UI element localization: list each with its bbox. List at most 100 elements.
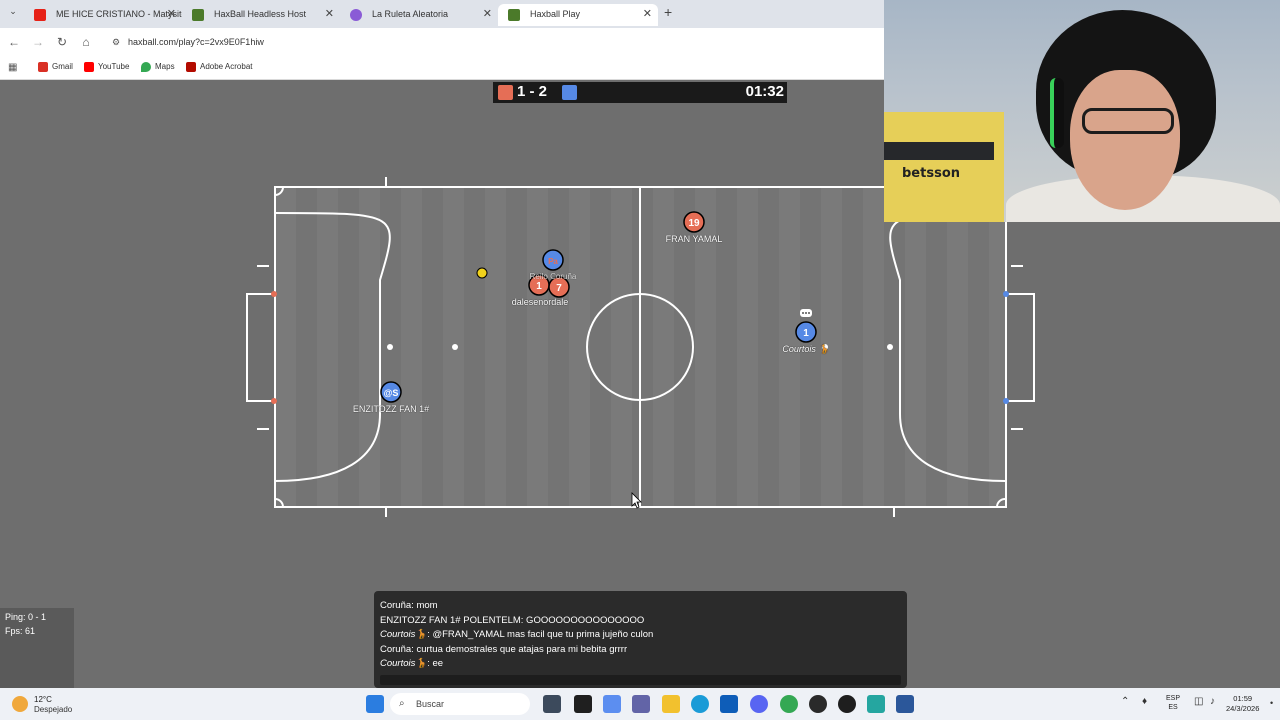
right-goal-post-bottom [1003, 398, 1009, 404]
volume-icon[interactable]: ♪ [1210, 696, 1215, 707]
bookmark-maps[interactable]: Maps [141, 61, 175, 73]
acrobat-icon [186, 62, 196, 72]
bookmark-youtube[interactable]: YouTube [84, 61, 129, 73]
address-bar: ← → ↻ ⌂ ⚙ haxball.com/play?c=2vx9E0F1hiw [0, 28, 884, 56]
back-icon[interactable]: ← [6, 34, 22, 50]
tab-title: Haxball Play [530, 9, 581, 19]
chat-message: ENZITOZZ FAN 1# POLENTELM: GOOOOOOOOOOOO… [380, 614, 901, 629]
clock-date: 24/3/2026 [1226, 704, 1260, 713]
microphone-icon[interactable]: ♦ [1142, 696, 1147, 707]
chat-input[interactable] [380, 675, 901, 685]
haxball-favicon-icon [508, 9, 520, 21]
chat-text: : mom [411, 600, 438, 611]
task-view-icon[interactable] [543, 695, 561, 713]
capcut-icon[interactable] [574, 695, 592, 713]
box-brand-text: betsson [902, 166, 960, 181]
chat-author: Coruña [380, 600, 412, 611]
game-app-icon[interactable] [809, 695, 827, 713]
new-tab-icon[interactable]: + [664, 4, 672, 20]
chat-author: Coruña [380, 643, 412, 655]
tab-bar: ⌄ ME HICE CRISTIANO - Matysito ✕ HaxBall… [0, 0, 884, 28]
chevron-up-icon[interactable]: ⌃ [1121, 696, 1129, 707]
site-info-icon[interactable]: ⚙ [112, 32, 120, 52]
taskbar: 12°C Despejado ⌕ Buscar ⌃ ♦ ESP ES ◫ ♪ 0… [0, 688, 1280, 720]
chat-message: Courtois🦒: @FRAN_YAMAL mas facil que tu … [380, 628, 901, 643]
right-goal [1005, 293, 1035, 402]
tab-search-icon[interactable]: ⌄ [6, 6, 20, 20]
weather-widget[interactable]: 12°C Despejado [12, 694, 102, 716]
chrome-icon[interactable] [780, 695, 798, 713]
tab-matysito[interactable]: ME HICE CRISTIANO - Matysito ✕ [24, 4, 182, 26]
player-blue-pa: Pa [542, 249, 564, 271]
chat-panel: Coruña: mom ENZITOZZ FAN 1# POLENTELM: G… [374, 591, 907, 688]
tab-headless-host[interactable]: HaxBall Headless Host ✕ [182, 4, 340, 26]
bookmark-adobe-acrobat[interactable]: Adobe Acrobat [186, 61, 252, 73]
glasses [1082, 108, 1174, 134]
close-icon[interactable]: ✕ [483, 4, 492, 24]
chat-text: : @FRAN_YAMAL mas facil que tu prima juj… [427, 629, 654, 640]
player-name-label: dalesenordale [511, 297, 569, 307]
player-number: @S [384, 388, 399, 398]
word-icon[interactable] [896, 695, 914, 713]
chat-message: Courtois🦒: ee [380, 657, 901, 672]
temperature: 12°C [34, 695, 52, 704]
ball [476, 267, 488, 279]
youtube-icon [84, 62, 94, 72]
player-red-19: 19 [683, 211, 705, 233]
chat-message: Coruña: curtua demostrales que atajas pa… [380, 643, 901, 658]
bookmark-label: Adobe Acrobat [200, 62, 253, 71]
taskbar-search[interactable]: ⌕ Buscar [390, 693, 530, 715]
tab-title: La Ruleta Aleatoria [372, 9, 449, 19]
player-number: Pa [548, 257, 558, 266]
lang-top: ESP [1166, 695, 1181, 702]
net-stats-panel: Ping: 0 - 1 Fps: 61 [0, 608, 74, 688]
bookmark-gmail[interactable]: Gmail [38, 61, 73, 73]
bookmark-label: YouTube [98, 62, 130, 71]
search-placeholder: Buscar [416, 699, 445, 709]
close-icon[interactable]: ✕ [167, 4, 176, 24]
right-goal-post-top [1003, 291, 1009, 297]
windows-start-icon[interactable] [366, 695, 384, 713]
reload-icon[interactable]: ↻ [54, 34, 70, 50]
edge-icon[interactable] [691, 695, 709, 713]
bookmark-label: Gmail [52, 62, 73, 71]
close-icon[interactable]: ✕ [325, 4, 334, 24]
media-player-icon[interactable] [838, 695, 856, 713]
left-goal-post-bottom [271, 398, 277, 404]
notepad-icon[interactable] [867, 695, 885, 713]
file-explorer-icon[interactable] [662, 695, 680, 713]
player-name-label: FRAN YAMAL [665, 234, 723, 244]
tab-ruleta[interactable]: La Ruleta Aleatoria ✕ [340, 4, 498, 26]
player-number: 7 [556, 283, 562, 294]
player-blue-1: 1 [795, 321, 817, 343]
tab-haxball-play[interactable]: Haxball Play ✕ [498, 4, 658, 26]
forward-icon[interactable]: → [30, 34, 46, 50]
discord-icon[interactable] [750, 695, 768, 713]
store-icon[interactable] [720, 695, 738, 713]
chat-text: : GOOOOOOOOOOOOOOO [520, 614, 645, 626]
tab-title: ME HICE CRISTIANO - Matysito [56, 9, 182, 19]
streamer-face [1070, 70, 1180, 210]
teams-icon[interactable] [632, 695, 650, 713]
webcam-overlay: betsson [884, 0, 1280, 222]
home-icon[interactable]: ⌂ [78, 34, 94, 50]
close-icon[interactable]: ✕ [643, 4, 652, 24]
wifi-icon[interactable]: ◫ [1194, 696, 1203, 707]
url-input[interactable]: ⚙ haxball.com/play?c=2vx9E0F1hiw [104, 32, 874, 52]
language-indicator[interactable]: ESP ES [1166, 694, 1180, 712]
copilot-icon[interactable] [603, 695, 621, 713]
system-clock[interactable]: 01:59 24/3/2026 [1226, 694, 1259, 714]
lang-bottom: ES [1168, 704, 1178, 711]
maps-icon [141, 62, 151, 72]
player-number: 19 [688, 218, 700, 229]
chat-bubble-icon [800, 309, 812, 317]
chat-text: : curtua demostrales que atajas para mi … [411, 643, 628, 655]
notification-bell-icon[interactable]: • [1270, 698, 1273, 708]
youtube-favicon-icon [34, 9, 46, 21]
player-name-label: ENZITOZZ FAN 1# [352, 404, 430, 414]
weather-condition: Despejado [34, 705, 73, 714]
apps-grid-icon[interactable]: ▦ [8, 62, 19, 73]
chat-author: Courtois🦒 [380, 658, 428, 669]
gmail-icon [38, 62, 48, 72]
player-blue-at-s: @S [380, 381, 402, 403]
